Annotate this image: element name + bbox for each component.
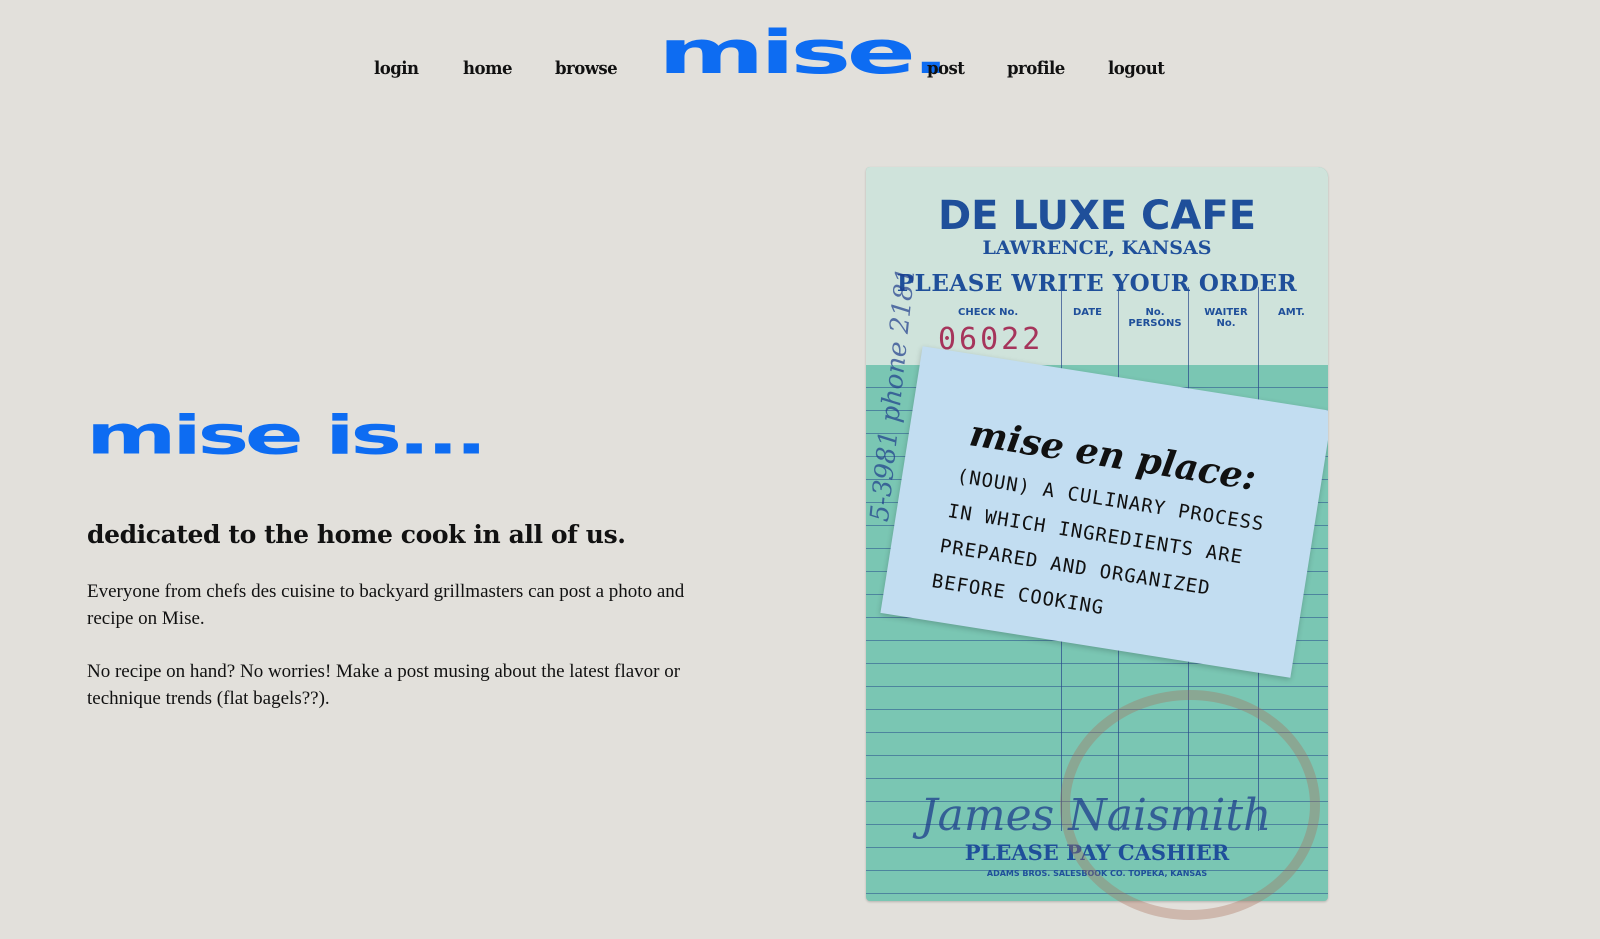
nav-login-link[interactable]: login — [374, 58, 419, 79]
hero-subheading: dedicated to the home cook in all of us. — [87, 520, 626, 549]
nav-browse-link[interactable]: browse — [555, 58, 618, 79]
nav-logout-link[interactable]: logout — [1108, 58, 1165, 79]
nav-profile-link[interactable]: profile — [1007, 58, 1065, 79]
hero-headline: mise is... — [86, 403, 488, 467]
nav-home-link[interactable]: home — [463, 58, 513, 79]
column-header-persons: No. PERSONS — [1128, 307, 1182, 329]
hero-paragraph-1: Everyone from chefs des cuisine to backy… — [87, 581, 685, 629]
cafe-location: LAWRENCE, KANSAS — [982, 237, 1212, 259]
column-header-waiter: WAITER No. — [1204, 307, 1248, 329]
column-header-date: DATE — [1073, 307, 1102, 318]
nav-post-link[interactable]: post — [927, 58, 965, 79]
hero-paragraph-2: No recipe on hand? No worries! Make a po… — [87, 661, 681, 709]
receipt-signature: James Naismith — [920, 790, 1272, 841]
cafe-name: DE LUXE CAFE — [937, 193, 1257, 239]
order-prompt: PLEASE WRITE YOUR ORDER — [896, 270, 1298, 297]
column-header-amount: AMT. — [1278, 307, 1305, 318]
column-header-check: CHECK No. — [958, 307, 1019, 318]
